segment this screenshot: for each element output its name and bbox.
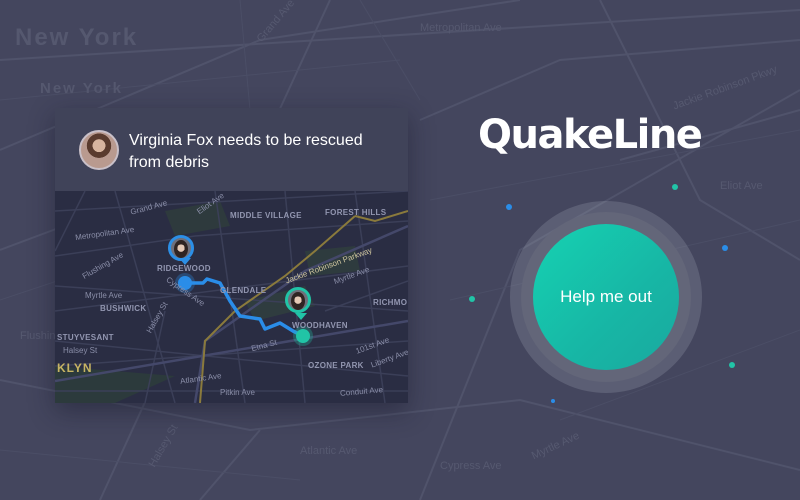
rescuer-location-icon[interactable] bbox=[168, 235, 194, 261]
background-city-label: New York bbox=[15, 24, 139, 51]
map-label: MIDDLE VILLAGE bbox=[230, 211, 302, 220]
map-label: Pitkin Ave bbox=[220, 388, 255, 397]
help-me-out-button[interactable]: Help me out bbox=[533, 224, 679, 370]
map-label: Myrtle Ave bbox=[85, 291, 123, 300]
rescue-message: Virginia Fox needs to be rescued from de… bbox=[129, 132, 363, 171]
background-street-label: Eliot Ave bbox=[720, 180, 763, 192]
background-street-label: Atlantic Ave bbox=[300, 445, 358, 457]
rescue-map[interactable]: Grand Ave Eliot Ave MIDDLE VILLAGE FORES… bbox=[55, 191, 408, 403]
map-label: FOREST HILLS bbox=[325, 208, 387, 217]
map-label: WOODHAVEN bbox=[292, 321, 348, 330]
background-city-label: New York bbox=[40, 80, 123, 97]
map-label: STUYVESANT bbox=[57, 333, 114, 342]
map-label: KLYN bbox=[57, 361, 93, 375]
woman-avatar bbox=[79, 130, 119, 170]
app-logo: QuakeLine bbox=[478, 112, 703, 158]
decorative-dot bbox=[672, 184, 678, 190]
map-label: RIDGEWOOD bbox=[157, 264, 211, 273]
decorative-dot bbox=[469, 296, 475, 302]
decorative-dot bbox=[729, 362, 735, 368]
map-label: OZONE PARK bbox=[308, 361, 364, 370]
card-header: Virginia Fox needs to be rescued from de… bbox=[55, 108, 408, 191]
background-street-label: Cypress Ave bbox=[440, 460, 502, 472]
rescue-request-card[interactable]: Virginia Fox needs to be rescued from de… bbox=[55, 108, 408, 403]
decorative-dot bbox=[722, 245, 728, 251]
victim-location-icon[interactable] bbox=[285, 287, 311, 313]
map-label: Halsey St bbox=[63, 346, 98, 355]
background-street-label: Metropolitan Ave bbox=[420, 22, 502, 34]
map-label: BUSHWICK bbox=[100, 304, 147, 313]
map-label: RICHMO bbox=[373, 298, 408, 307]
decorative-dot bbox=[551, 399, 555, 403]
map-label: GLENDALE bbox=[220, 286, 267, 295]
decorative-dot bbox=[506, 204, 512, 210]
